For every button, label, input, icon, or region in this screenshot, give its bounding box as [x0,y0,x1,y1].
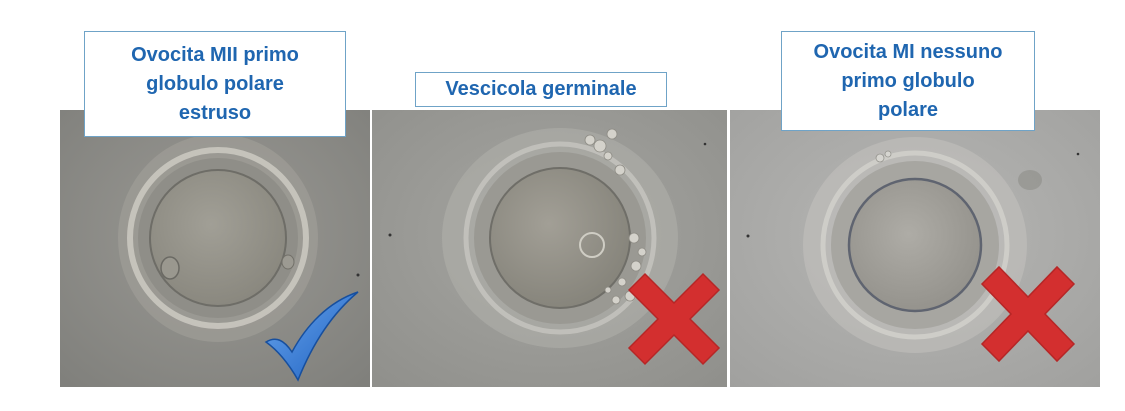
caption-mi-oocyte: Ovocita MI nessuno primo globulo polare [781,31,1035,131]
check-mark-icon [262,290,360,382]
cross-mark-icon [627,272,721,366]
cross-mark-icon [980,265,1076,363]
caption-mii-oocyte: Ovocita MII primo globulo polare estruso [84,31,346,137]
caption-germinal-vesicle: Vescicola germinale [415,72,667,107]
